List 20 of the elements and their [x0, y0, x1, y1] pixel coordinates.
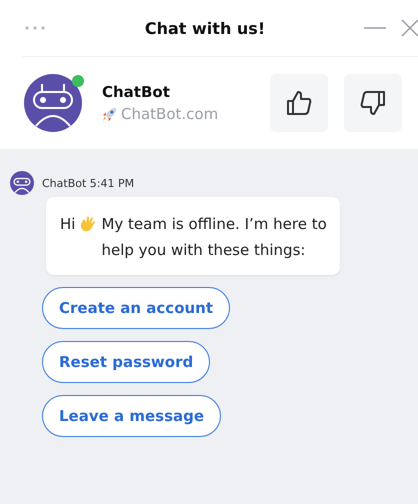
thumbs-down-icon — [358, 88, 388, 118]
thumbs-up-button[interactable] — [270, 74, 328, 132]
rocket-icon — [102, 106, 117, 122]
quick-reply-button[interactable]: Reset password — [42, 341, 210, 383]
message-text: My team is offline. I’m here to help you with these things: — [101, 214, 328, 261]
waving-hand-icon — [79, 215, 98, 233]
more-icon[interactable] — [24, 25, 46, 31]
window-title: Chat with us! — [144, 18, 266, 38]
quick-reply-button[interactable]: Leave a message — [42, 395, 222, 437]
quick-reply-button[interactable]: Create an account — [42, 287, 230, 329]
website-link[interactable]: ChatBot.com — [121, 105, 218, 123]
message-sender-time: ChatBot 5:41 PM — [42, 176, 134, 190]
thumbs-up-icon — [284, 88, 314, 118]
minimize-icon[interactable] — [364, 26, 386, 30]
greeting-text: Hi — [60, 214, 76, 235]
robot-avatar-icon — [24, 74, 82, 132]
agent-name: ChatBot — [102, 83, 171, 101]
robot-avatar-icon — [10, 171, 34, 195]
close-icon[interactable] — [400, 18, 418, 38]
thumbs-down-button[interactable] — [344, 74, 402, 132]
